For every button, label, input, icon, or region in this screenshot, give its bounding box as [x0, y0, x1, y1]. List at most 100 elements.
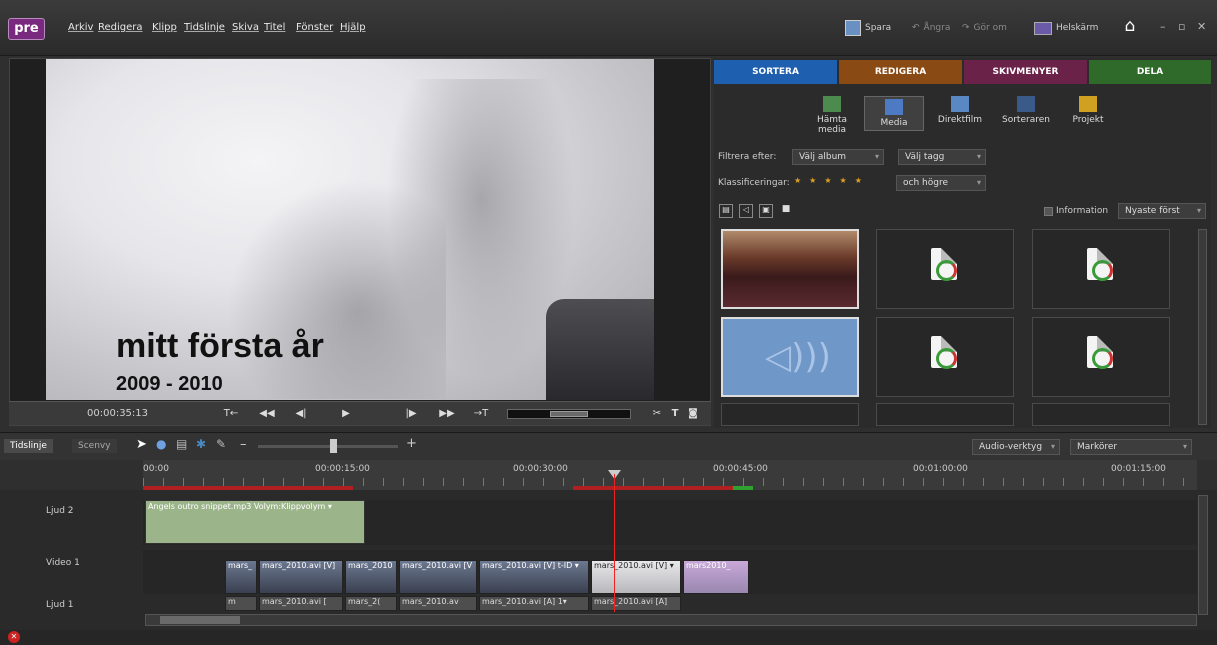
smartmix-icon[interactable]: ✎: [216, 437, 226, 451]
media-thumbnail[interactable]: [721, 403, 859, 426]
redo-button[interactable]: ↷ Gör om: [962, 16, 1007, 40]
file-icon: [1087, 248, 1113, 281]
audio-clip[interactable]: Angels outro snippet.mp3 Volym:Klippvoly…: [145, 500, 365, 544]
track-scrollbar[interactable]: [1198, 495, 1208, 615]
video-filter-icon[interactable]: ▤: [719, 204, 733, 218]
project-filter-icon[interactable]: ■: [779, 204, 793, 218]
video-clip[interactable]: mars_2010.avi [V]: [259, 560, 343, 594]
playhead[interactable]: [614, 474, 615, 612]
close-icon[interactable]: ✕: [1197, 20, 1206, 33]
video-clip[interactable]: mars_2010.avi [V: [399, 560, 477, 594]
track-label-video1: Video 1: [46, 558, 80, 568]
tab-sortera[interactable]: SORTERA: [714, 60, 837, 84]
fast-forward-icon[interactable]: ▶▶: [435, 404, 459, 423]
video-clip[interactable]: mars2010_: [683, 560, 749, 594]
video-clip[interactable]: mars_2010.avi [V] t-ID ▾: [479, 560, 589, 594]
shuttle-slider[interactable]: [507, 409, 631, 419]
media-scrollbar[interactable]: [1198, 229, 1207, 425]
save-button[interactable]: Spara: [845, 16, 891, 40]
menu-fonster[interactable]: Fönster: [296, 22, 333, 33]
markers-dropdown[interactable]: Markörer: [1070, 439, 1192, 455]
list-icon[interactable]: ▤: [176, 437, 187, 451]
audio-clip[interactable]: mars_2010.avi [A]: [591, 596, 681, 611]
audio-filter-icon[interactable]: ◁: [739, 204, 753, 218]
audio-clip[interactable]: mars_2010.avi [A] 1▾: [479, 596, 589, 611]
tag-dropdown[interactable]: Välj tagg: [898, 149, 986, 165]
audio-clip[interactable]: mars_2010.avi [: [259, 596, 343, 611]
scroll-thumb[interactable]: [160, 616, 240, 624]
rating-stars[interactable]: ★★★★★: [794, 176, 870, 185]
video-clip[interactable]: mars_: [225, 560, 257, 594]
media-thumbnail[interactable]: [721, 229, 859, 309]
zoom-slider[interactable]: [258, 445, 398, 448]
home-icon[interactable]: ⌂: [1117, 16, 1143, 40]
tab-timeline[interactable]: Tidslinje: [4, 439, 53, 453]
audio-clip[interactable]: m: [225, 596, 257, 611]
tab-sceneline[interactable]: Scenvy: [72, 439, 117, 453]
menu-redigera[interactable]: Redigera: [98, 22, 143, 33]
video-clip[interactable]: mars_2010: [345, 560, 397, 594]
info-checkbox[interactable]: [1044, 207, 1053, 216]
media-thumbnail[interactable]: [1032, 317, 1170, 397]
time-ruler[interactable]: 00:00 00:00:15:00 00:00:30:00 00:00:45:0…: [143, 460, 1197, 490]
undo-icon: ↶: [912, 23, 920, 33]
audio-tools-dropdown[interactable]: Audio-verktyg: [972, 439, 1060, 455]
menu-tidslinje[interactable]: Tidslinje: [184, 22, 225, 33]
tab-dela[interactable]: DELA: [1089, 60, 1211, 84]
ruler-ticks: [143, 478, 1197, 486]
goto-in-icon[interactable]: T←: [219, 404, 243, 423]
rating-mode-dropdown[interactable]: och högre: [896, 175, 986, 191]
media-thumbnail[interactable]: [1032, 403, 1170, 426]
timeline-scrollbar[interactable]: [145, 614, 1197, 626]
instant-movie-button[interactable]: Direktfilm: [930, 96, 990, 125]
timecode-display[interactable]: 00:00:35:13: [87, 408, 148, 419]
video-clip[interactable]: mars_2010.avi [V] ▾: [591, 560, 681, 594]
effects-icon[interactable]: ✱: [196, 437, 206, 451]
organizer-button[interactable]: Sorteraren: [996, 96, 1056, 125]
media-thumbnail[interactable]: [876, 317, 1014, 397]
preview-frame: mitt första år 2009 - 2010: [46, 59, 654, 400]
audio-thumbnail[interactable]: ◁))): [721, 317, 859, 397]
filter-label: Filtrera efter:: [718, 152, 777, 162]
menu-arkiv[interactable]: Arkiv: [68, 22, 93, 33]
media-thumbnail[interactable]: [876, 403, 1014, 426]
media-thumbnail[interactable]: [876, 229, 1014, 309]
selection-tool-icon[interactable]: ➤: [136, 437, 147, 452]
menu-skiva[interactable]: Skiva: [232, 22, 259, 33]
menu-titel[interactable]: Titel: [264, 22, 285, 33]
preview-subtitle: 2009 - 2010: [116, 373, 223, 395]
audio-clip[interactable]: mars_2010.av: [399, 596, 477, 611]
smartfix-icon[interactable]: ●: [156, 437, 166, 451]
instant-movie-label: Direktfilm: [937, 115, 983, 125]
zoom-in-icon[interactable]: +: [406, 436, 417, 451]
media-button[interactable]: Media: [864, 96, 924, 131]
step-back-icon[interactable]: ◀|: [289, 404, 313, 423]
fullscreen-button[interactable]: Helskärm: [1034, 16, 1098, 40]
ruler-tick: 00:00: [143, 464, 169, 474]
tab-skivmenyer[interactable]: SKIVMENYER: [964, 60, 1087, 84]
undo-button[interactable]: ↶ Ångra: [912, 16, 950, 40]
restore-icon[interactable]: ▫: [1178, 20, 1185, 33]
album-dropdown[interactable]: Välj album: [792, 149, 884, 165]
goto-out-icon[interactable]: →T: [469, 404, 493, 423]
minimize-icon[interactable]: –: [1160, 20, 1166, 33]
info-label: Information: [1056, 206, 1109, 216]
shuttle-knob[interactable]: [550, 411, 588, 417]
tab-redigera[interactable]: REDIGERA: [839, 60, 962, 84]
play-icon[interactable]: ▶: [334, 404, 358, 423]
error-icon[interactable]: ✕: [8, 631, 20, 643]
sort-dropdown[interactable]: Nyaste först: [1118, 203, 1206, 219]
folder-icon: [1079, 96, 1097, 112]
step-forward-icon[interactable]: |▶: [399, 404, 423, 423]
rewind-icon[interactable]: ◀◀: [255, 404, 279, 423]
image-filter-icon[interactable]: ▣: [759, 204, 773, 218]
media-thumbnail[interactable]: [1032, 229, 1170, 309]
audio-clip[interactable]: mars_2(: [345, 596, 397, 611]
zoom-out-icon[interactable]: –: [240, 437, 247, 452]
zoom-knob[interactable]: [330, 439, 337, 453]
get-media-button[interactable]: Hämta media: [802, 96, 862, 135]
menu-klipp[interactable]: Klipp: [152, 22, 177, 33]
snapshot-icon[interactable]: ◙: [681, 404, 705, 423]
menu-hjalp[interactable]: Hjälp: [340, 22, 366, 33]
project-button[interactable]: Projekt: [1058, 96, 1118, 125]
